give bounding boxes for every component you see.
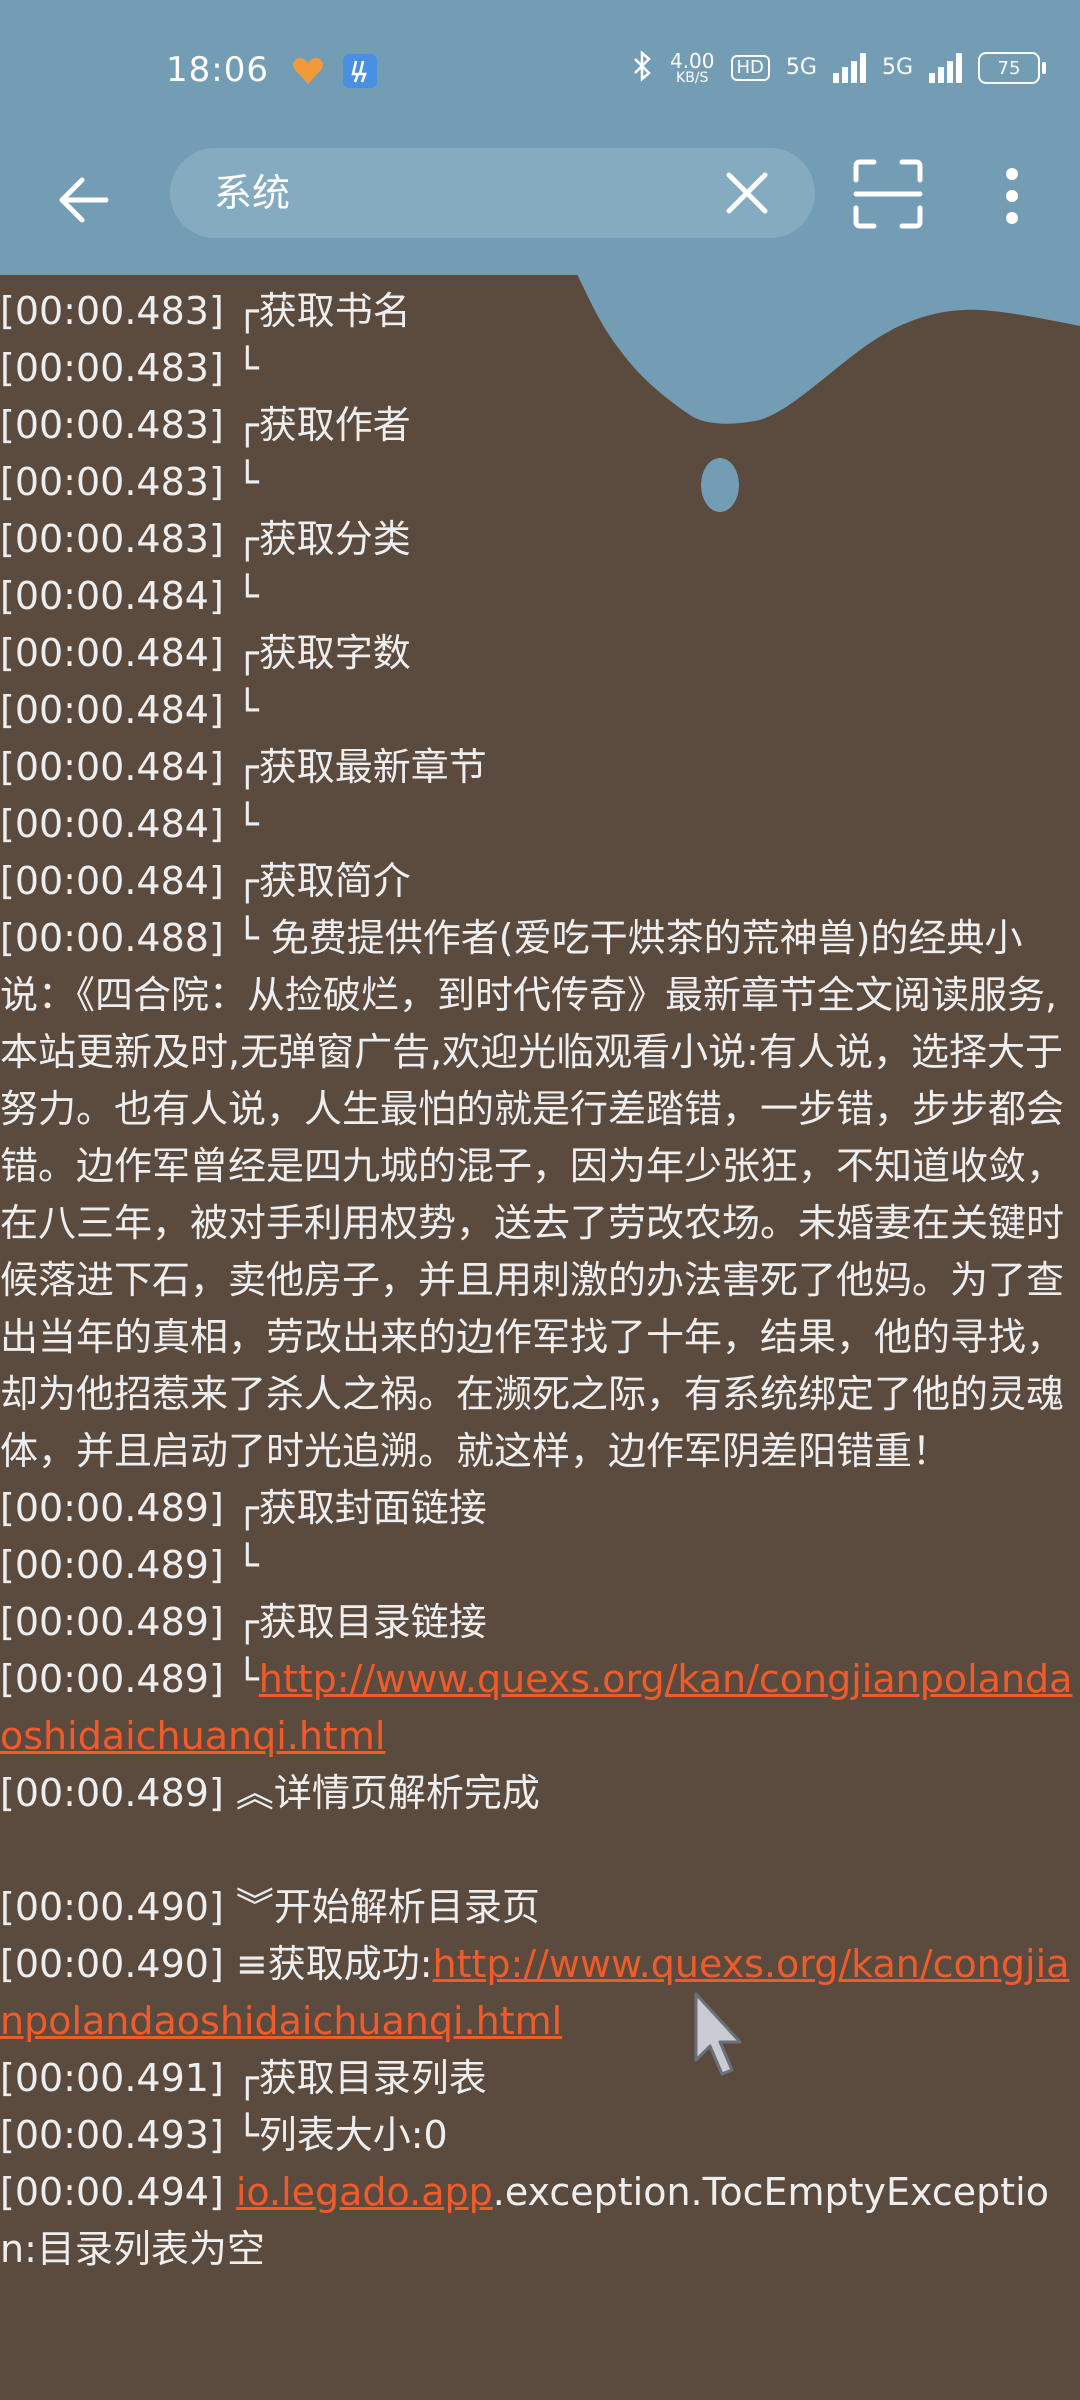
log-line: [00:00.484] ┌获取简介 bbox=[0, 859, 411, 903]
log-line-success-url: [00:00.490] ≡获取成功:http://www.quexs.org/k… bbox=[0, 1936, 1080, 2050]
log-line: [00:00.484] └ bbox=[0, 688, 259, 732]
status-time: 18:06 bbox=[166, 50, 269, 90]
log-line: [00:00.483] └ bbox=[0, 460, 259, 504]
battery-level: 75 bbox=[997, 57, 1021, 79]
heart-app-icon bbox=[291, 54, 325, 88]
log-line-prefix: [00:00.489] └ bbox=[0, 1657, 259, 1701]
clear-search-button[interactable] bbox=[719, 165, 775, 221]
log-line: [00:00.493] └列表大小:0 bbox=[0, 2113, 448, 2157]
scan-button[interactable] bbox=[850, 156, 926, 232]
signal-strength-2-icon bbox=[929, 53, 962, 83]
log-line: [00:00.484] ┌获取最新章节 bbox=[0, 745, 487, 789]
hd-voice-badge: HD bbox=[730, 55, 770, 81]
log-line-exception: [00:00.494] io.legado.app.exception.TocE… bbox=[0, 2164, 1080, 2278]
exception-package-link[interactable]: io.legado.app bbox=[236, 2170, 493, 2214]
arrow-left-icon bbox=[59, 177, 109, 223]
more-options-button[interactable] bbox=[990, 160, 1034, 232]
log-output: [00:00.483] ┌获取书名 [00:00.483] └ [00:00.4… bbox=[0, 283, 1080, 2278]
log-line-prefix: [00:00.490] ≡获取成功: bbox=[0, 1942, 433, 1986]
log-line: [00:00.489] ︽详情页解析完成 bbox=[0, 1771, 540, 1815]
scan-icon bbox=[853, 159, 923, 229]
log-blank-line bbox=[0, 1822, 1080, 1879]
network-speed-value: 4.00 bbox=[669, 49, 715, 73]
network-speed: 4.00 KB/S bbox=[670, 51, 715, 85]
log-line: [00:00.489] ┌获取目录链接 bbox=[0, 1600, 487, 1644]
top-app-bar bbox=[0, 140, 1080, 275]
log-line: [00:00.484] └ bbox=[0, 574, 259, 618]
log-line: [00:00.483] ┌获取作者 bbox=[0, 403, 411, 447]
log-line-prefix: [00:00.494] bbox=[0, 2170, 236, 2214]
log-screen: 18:06 4.00 KB/S HD 5G 5G 75 系统 [00:00.48… bbox=[0, 0, 1080, 2400]
log-line: [00:00.490] ︾开始解析目录页 bbox=[0, 1885, 540, 1929]
signal-strength-1-icon bbox=[832, 53, 866, 83]
signal-1-label: 5G bbox=[785, 55, 817, 80]
log-line: [00:00.483] ┌获取书名 bbox=[0, 289, 411, 333]
signal-2-label: 5G bbox=[881, 55, 913, 80]
log-line: [00:00.483] ┌获取分类 bbox=[0, 517, 411, 561]
battery-icon: 75 bbox=[978, 52, 1046, 84]
back-button[interactable] bbox=[48, 164, 120, 236]
bluetooth-icon bbox=[632, 50, 654, 86]
log-line: [00:00.484] └ bbox=[0, 802, 259, 846]
network-speed-unit: KB/S bbox=[676, 70, 709, 86]
log-intro-text: [00:00.488] └ 免费提供作者(爱吃干烘茶的荒神兽)的经典小说：《四合… bbox=[0, 916, 1065, 1473]
log-line-toc-url: [00:00.489] └http://www.quexs.org/kan/co… bbox=[0, 1651, 1080, 1765]
more-vertical-icon bbox=[1006, 168, 1018, 224]
log-line: [00:00.491] ┌获取目录列表 bbox=[0, 2056, 487, 2100]
app-notification-icon bbox=[343, 54, 377, 88]
log-line: [00:00.489] └ bbox=[0, 1543, 259, 1587]
search-box[interactable] bbox=[170, 148, 815, 238]
close-icon bbox=[726, 172, 768, 214]
log-line: [00:00.483] └ bbox=[0, 346, 259, 390]
log-line: [00:00.489] ┌获取封面链接 bbox=[0, 1486, 487, 1530]
search-input[interactable] bbox=[214, 148, 684, 238]
status-bar: 18:06 4.00 KB/S HD 5G 5G 75 bbox=[0, 0, 1080, 140]
log-line: [00:00.484] ┌获取字数 bbox=[0, 631, 411, 675]
status-right-group: 4.00 KB/S HD 5G 5G 75 bbox=[632, 48, 1046, 88]
mouse-cursor-icon bbox=[694, 1992, 742, 2076]
